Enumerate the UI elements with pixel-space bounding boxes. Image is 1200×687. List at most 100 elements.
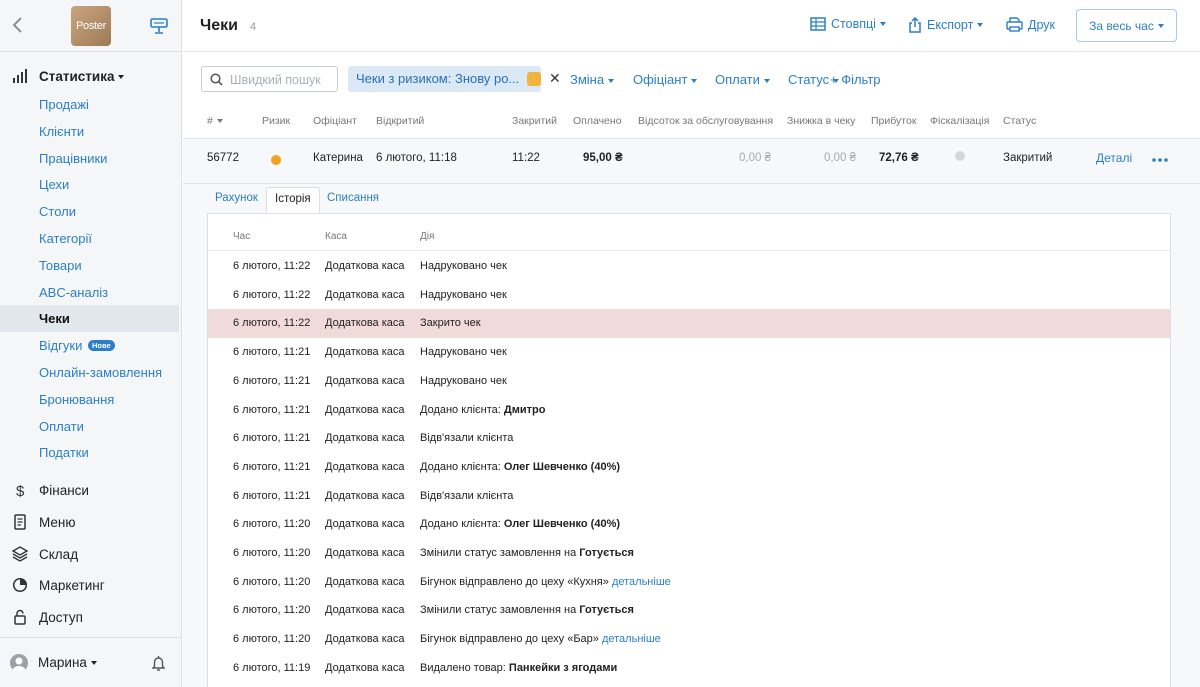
nav-menu[interactable]: Меню <box>0 507 182 537</box>
history-row: 6 лютого, 11:21 Додаткова каса Надруковано… <box>208 338 1170 367</box>
lock-icon <box>14 609 26 625</box>
col-paid[interactable]: Оплачено <box>573 115 622 127</box>
sidebar-item-label: Відгуки <box>39 338 83 353</box>
history-register: Додаткова каса <box>325 346 405 358</box>
sidebar-item-label: Працівники <box>39 151 108 166</box>
history-register: Додаткова каса <box>325 317 405 329</box>
history-action-text: Надруковано чек <box>420 289 507 301</box>
col-discount[interactable]: Знижка в чеку <box>787 115 855 127</box>
bell-icon[interactable] <box>151 655 166 672</box>
sidebar-item[interactable]: Цехи <box>0 171 179 198</box>
dollar-icon: $ <box>16 483 25 498</box>
history-action-text: Відв'язали клієнта <box>420 490 514 502</box>
user-menu[interactable]: Марина <box>38 655 97 670</box>
active-filter-chip[interactable]: Чеки з ризиком: Знову ро... ✕ <box>348 66 561 92</box>
col-waiter[interactable]: Офіціант <box>313 115 357 127</box>
history-row: 6 лютого, 11:21 Додаткова каса Додано кліє… <box>208 396 1170 425</box>
history-action-text: Змінили статус замовлення на <box>420 604 580 616</box>
details-more-link[interactable]: детальніше <box>612 576 671 588</box>
print-button[interactable]: Друк <box>1006 17 1055 32</box>
sidebar-item[interactable]: Онлайн-замовлення <box>0 359 179 386</box>
table-row[interactable]: 56772 Катерина 6 лютого, 11:18 11:22 95,… <box>183 139 1200 184</box>
sidebar-item[interactable]: Товари <box>0 252 179 279</box>
fiscal-indicator <box>955 151 965 161</box>
col-fiscal[interactable]: Фіскалізація <box>930 115 989 127</box>
sidebar-item[interactable]: Бронювання <box>0 386 179 413</box>
sidebar-item-label: Продажі <box>39 97 89 112</box>
avatar[interactable] <box>10 654 28 672</box>
col-service[interactable]: Відсоток за обслуговування <box>638 115 773 127</box>
table-icon <box>810 17 826 31</box>
nav-access[interactable]: Доступ <box>0 602 182 632</box>
sidebar-item[interactable]: Оплати <box>0 413 179 440</box>
sidebar-item[interactable]: Столи <box>0 198 179 225</box>
history-header: Час Каса Дія <box>208 214 1170 251</box>
sidebar-item[interactable]: Працівники <box>0 145 179 172</box>
add-filter-button[interactable]: + Фільтр <box>830 72 881 87</box>
sidebar-item-label: Оплати <box>39 419 84 434</box>
chevron-down-icon <box>879 22 886 26</box>
waiter-filter[interactable]: Офіціант <box>633 72 698 87</box>
sidebar-item[interactable]: Категорії <box>0 225 179 252</box>
col-closed[interactable]: Закритий <box>512 115 557 127</box>
history-action-subject: Дмитро <box>503 404 546 416</box>
history-row: 6 лютого, 11:20 Додаткова каса Додано кліє… <box>208 510 1170 539</box>
history-row: 6 лютого, 11:22 Додаткова каса Надруковано… <box>208 281 1170 310</box>
shift-filter[interactable]: Зміна <box>570 72 615 87</box>
sidebar-item[interactable]: ABC-аналіз <box>0 279 179 306</box>
sidebar-item-label: Товари <box>39 258 82 273</box>
history-action-text: Надруковано чек <box>420 346 507 358</box>
sidebar-item[interactable]: Продажі <box>0 91 179 118</box>
pos-terminal-icon[interactable] <box>150 17 168 35</box>
history-time: 6 лютого, 11:21 <box>233 461 311 473</box>
payments-filter[interactable]: Оплати <box>715 72 770 87</box>
nav-marketing[interactable]: Маркетинг <box>0 570 182 600</box>
details-more-link[interactable]: детальніше <box>602 633 661 645</box>
history-action-text: Додано клієнта: <box>420 518 504 530</box>
close-icon[interactable]: ✕ <box>549 70 561 87</box>
history-action-text: Надруковано чек <box>420 260 507 272</box>
details-link[interactable]: Деталі <box>1096 151 1132 165</box>
history-register: Додаткова каса <box>325 432 405 444</box>
col-risk[interactable]: Ризик <box>262 115 290 127</box>
chevron-down-icon <box>216 119 223 124</box>
nav-statistics[interactable]: Статистика <box>0 61 182 91</box>
tab-writeoffs[interactable]: Списання <box>319 187 387 214</box>
receipt-opened: 6 лютого, 11:18 <box>376 152 457 164</box>
columns-button[interactable]: Стовпці <box>810 17 886 31</box>
tab-history[interactable]: Історія <box>266 187 320 215</box>
col-opened[interactable]: Відкритий <box>376 115 424 127</box>
history-register: Додаткова каса <box>325 576 405 588</box>
history-action-text: Додано клієнта: <box>420 461 504 473</box>
col-status[interactable]: Статус <box>1003 115 1036 127</box>
export-button[interactable]: Експорт <box>908 17 984 33</box>
tab-receipt[interactable]: Рахунок <box>207 187 266 214</box>
col-profit[interactable]: Прибуток <box>871 115 916 127</box>
more-icon[interactable] <box>1152 158 1168 162</box>
period-select[interactable]: За весь час <box>1076 9 1177 42</box>
history-action: Відв'язали клієнта <box>420 432 513 444</box>
receipt-status: Закритий <box>1003 152 1053 164</box>
chevron-left-icon[interactable] <box>11 16 25 34</box>
sidebar-item[interactable]: Податки <box>0 439 179 466</box>
col-number[interactable]: # <box>207 115 223 127</box>
history-action-subject: Готується <box>579 604 634 616</box>
sidebar-item-label: Столи <box>39 204 76 219</box>
nav-finance-label: Фінанси <box>39 482 89 498</box>
history-register: Додаткова каса <box>325 604 405 616</box>
sidebar-item-label: Бронювання <box>39 392 115 407</box>
sidebar-item[interactable]: Чеки <box>0 305 179 332</box>
history-action: Надруковано чек <box>420 346 507 358</box>
history-action: Надруковано чек <box>420 260 507 272</box>
search-input[interactable] <box>230 71 334 88</box>
history-time: 6 лютого, 11:19 <box>233 662 311 674</box>
history-register: Додаткова каса <box>325 404 405 416</box>
risk-indicator <box>271 155 281 165</box>
history-register: Додаткова каса <box>325 662 405 674</box>
sidebar-item[interactable]: Відгуки Нове <box>0 332 179 359</box>
nav-marketing-label: Маркетинг <box>39 577 105 593</box>
sidebar-item[interactable]: Клієнти <box>0 118 179 145</box>
nav-finance[interactable]: $ Фінанси <box>0 475 182 505</box>
nav-warehouse[interactable]: Склад <box>0 539 182 569</box>
history-action-subject: Готується <box>579 547 634 559</box>
